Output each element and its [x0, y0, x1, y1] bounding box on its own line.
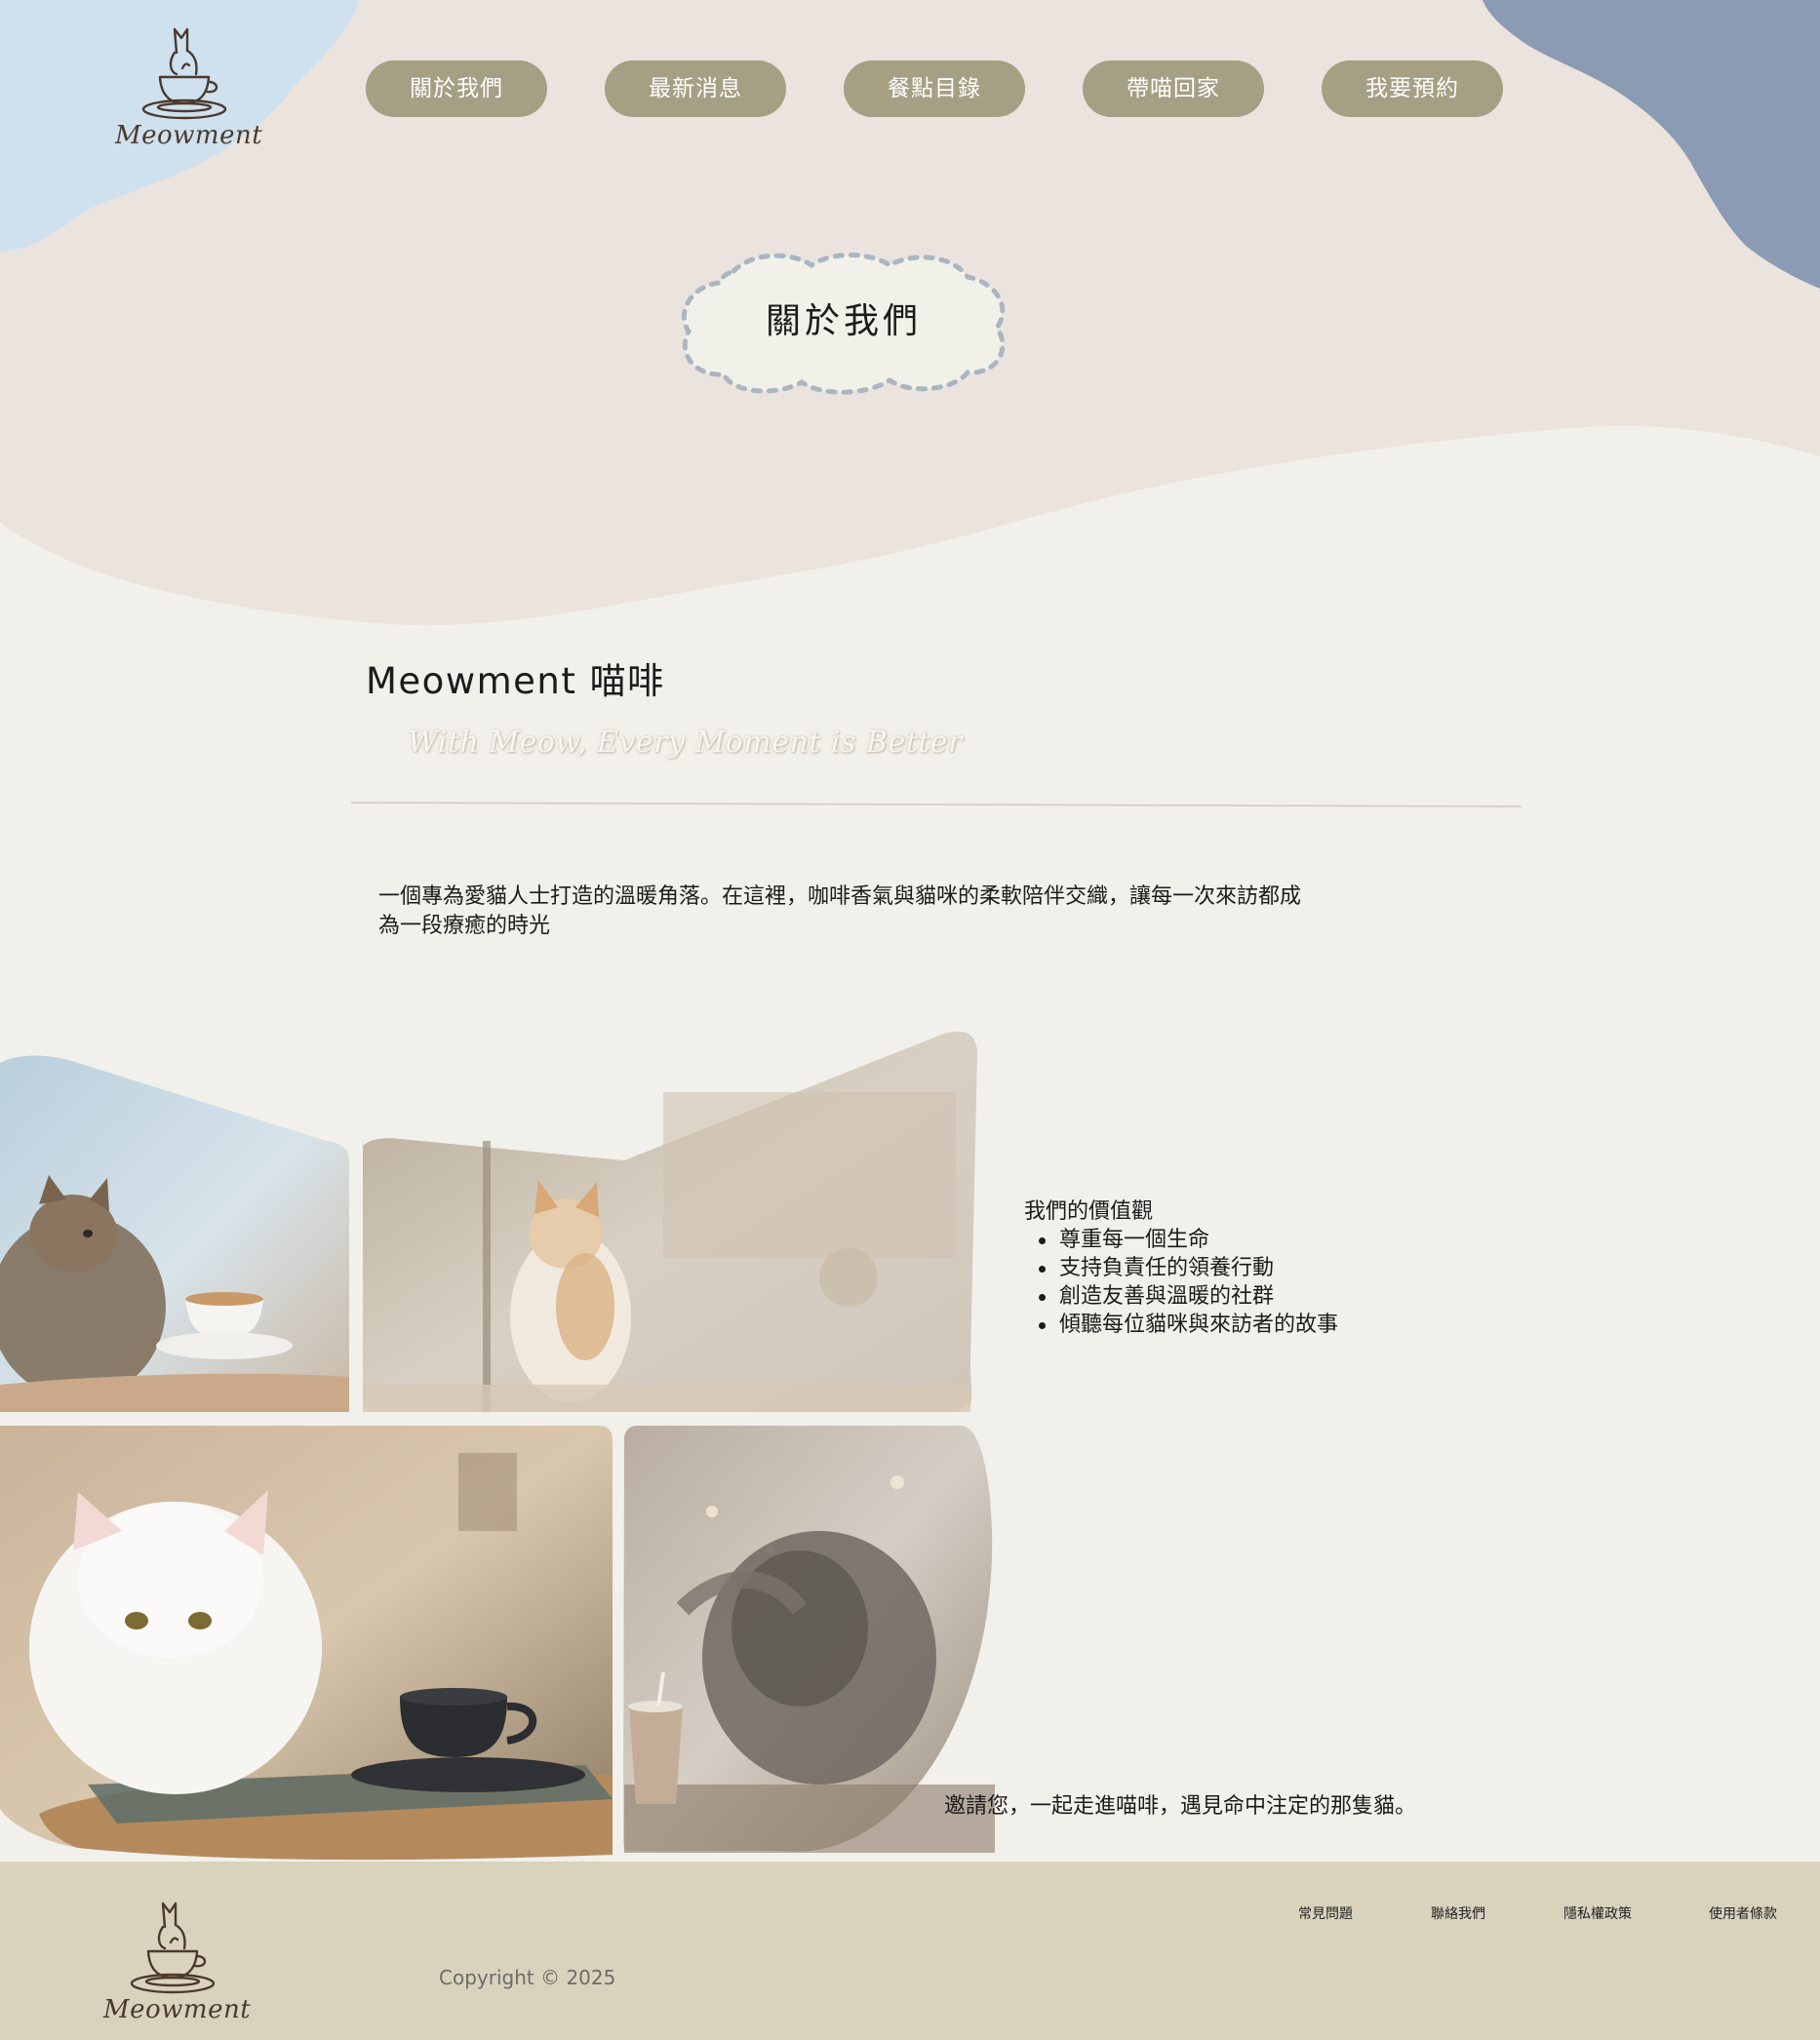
- footer-link-terms[interactable]: 使用者條款: [1709, 1903, 1777, 1923]
- values-list: 尊重每一個生命 支持負責任的領養行動 創造友善與溫暖的社群 傾聽每位貓咪與來訪者…: [1024, 1226, 1338, 1339]
- photo-white-cat-coffee: [0, 1426, 613, 1861]
- page-title: 關於我們: [765, 301, 922, 341]
- nav-booking[interactable]: 我要預約: [1322, 60, 1503, 117]
- cat-photo-collage: [0, 1031, 995, 1861]
- list-item: 創造友善與溫暖的社群: [1024, 1282, 1338, 1311]
- invitation-text: 邀請您，一起走進喵啡，遇見命中注定的那隻貓。: [944, 1794, 1417, 1819]
- footer-link-privacy[interactable]: 隱私權政策: [1563, 1903, 1632, 1923]
- footer-logo[interactable]: Meowment: [103, 1898, 252, 2024]
- photo-tabby-cat-latte: [0, 1055, 349, 1412]
- nav-news[interactable]: 最新消息: [605, 60, 786, 117]
- brand-title: Meowment 喵啡: [366, 660, 665, 702]
- photo-grey-cat-drink: [623, 1426, 995, 1853]
- list-item: 傾聽每位貓咪與來訪者的故事: [1024, 1311, 1338, 1339]
- nav-about[interactable]: 關於我們: [366, 60, 547, 117]
- cat-in-cup-icon: [141, 27, 227, 120]
- list-item: 尊重每一個生命: [1024, 1226, 1338, 1254]
- footer-link-faq[interactable]: 常見問題: [1298, 1903, 1353, 1923]
- photo-calico-cat-window: [363, 1031, 977, 1412]
- tagline: With Meow, Every Moment is Better: [408, 726, 963, 760]
- logo-wordmark: Meowment: [103, 1995, 252, 2024]
- logo-wordmark: Meowment: [115, 121, 263, 150]
- copyright-text: Copyright © 2025: [439, 1966, 616, 1989]
- values-heading: 我們的價值觀: [1024, 1199, 1154, 1224]
- footer: [0, 1862, 1820, 2040]
- cat-in-cup-icon: [130, 1902, 216, 1994]
- values-section: 我們的價值觀 尊重每一個生命 支持負責任的領養行動 創造友善與溫暖的社群 傾聽每…: [1024, 1197, 1338, 1339]
- nav-menu[interactable]: 餐點目錄: [844, 60, 1025, 117]
- list-item: 支持負責任的領養行動: [1024, 1254, 1338, 1282]
- section-divider: [351, 802, 1522, 807]
- intro-paragraph: 一個專為愛貓人士打造的溫暖角落。在這裡，咖啡香氣與貓咪的柔軟陪伴交織，讓每一次來…: [378, 884, 1302, 938]
- nav-adopt[interactable]: 帶喵回家: [1083, 60, 1264, 117]
- footer-link-contact[interactable]: 聯絡我們: [1431, 1903, 1485, 1923]
- header-logo[interactable]: Meowment: [115, 23, 263, 150]
